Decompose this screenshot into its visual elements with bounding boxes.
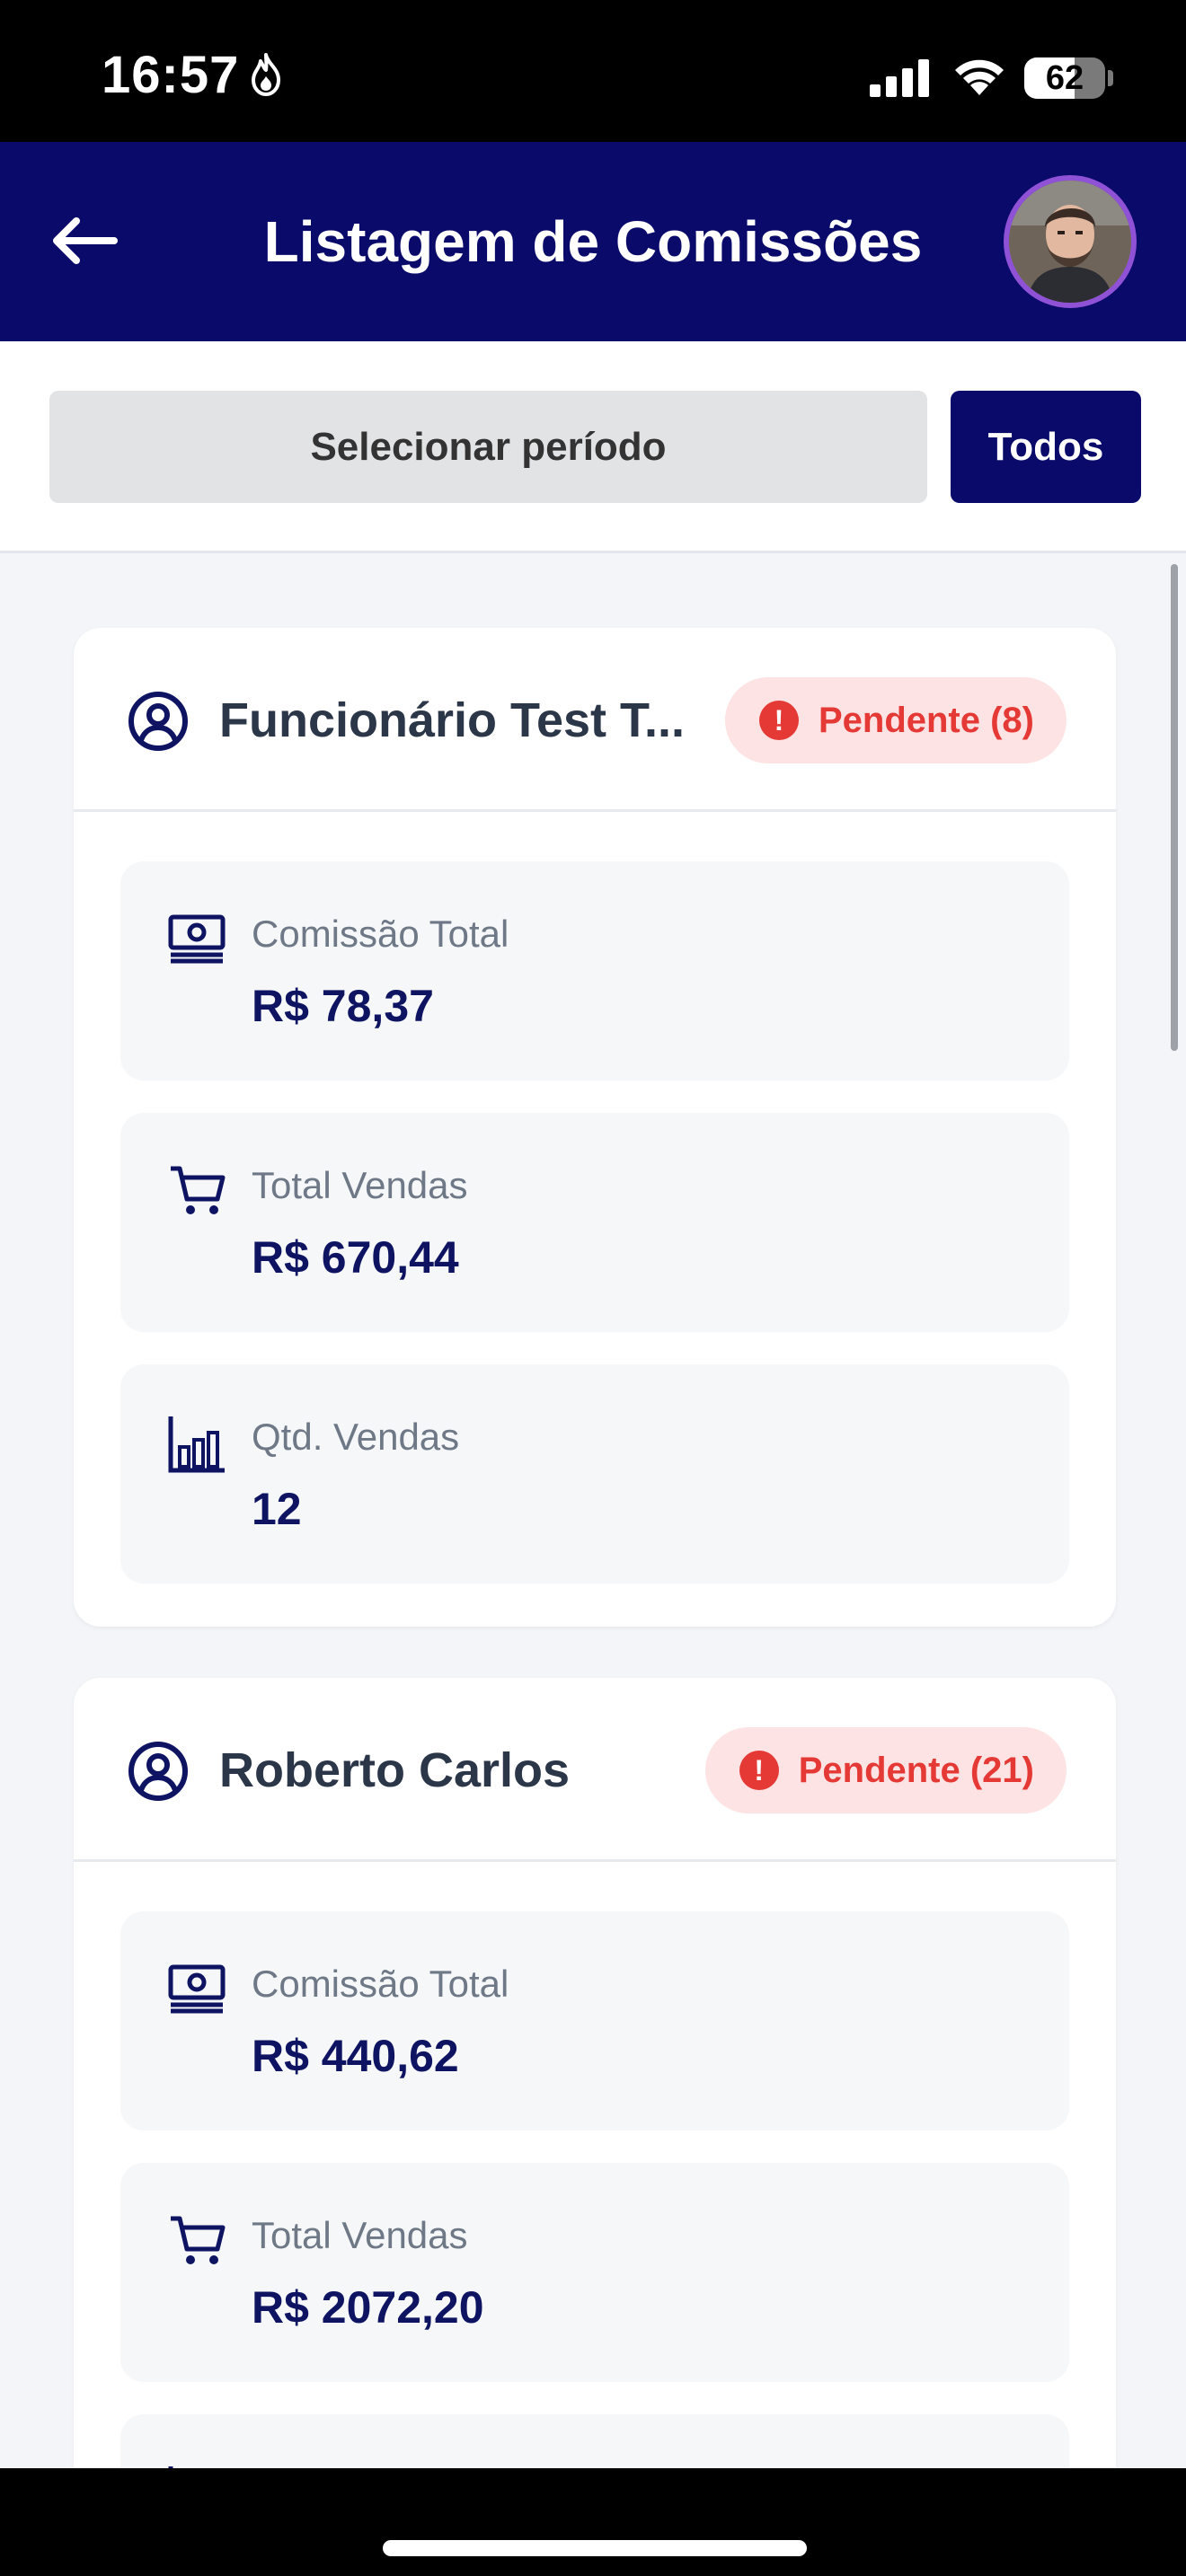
status-badge[interactable]: ! Pendente (8): [724, 677, 1067, 763]
back-button[interactable]: [49, 205, 139, 277]
status-badge-label: Pendente (21): [798, 1750, 1034, 1790]
flame-icon: [248, 52, 284, 101]
stat-value: R$ 440,62: [252, 2031, 459, 2081]
status-badge[interactable]: ! Pendente (21): [704, 1727, 1067, 1813]
stat-value: R$ 670,44: [252, 1232, 459, 1283]
employee-name: Roberto Carlos: [219, 1743, 571, 1797]
alert-icon: !: [739, 1751, 779, 1790]
stat-value: 12: [252, 1484, 302, 1534]
filter-bar: Selecionar período Todos: [0, 341, 1186, 553]
stat-label: Total Vendas: [252, 1164, 468, 1206]
wifi-icon: [952, 56, 1006, 101]
stat-label: Comissão Total: [252, 913, 509, 955]
commission-card[interactable]: Funcionário Test T... ! Pendente (8) Com…: [74, 628, 1116, 1627]
card-body: Comissão Total R$ 440,62 Total Vendas R$…: [74, 1862, 1116, 2468]
signal-icon: [870, 59, 931, 101]
employee-name: Funcionário Test T...: [219, 693, 686, 747]
battery-level: 62: [1045, 58, 1084, 97]
select-period-button[interactable]: Selecionar período: [49, 391, 927, 503]
cart-icon: [167, 1163, 226, 1222]
commission-card[interactable]: Roberto Carlos ! Pendente (21) Comissão …: [74, 1678, 1116, 2468]
alert-icon: !: [758, 701, 799, 740]
stat-value: R$ 78,37: [252, 981, 434, 1031]
todos-button[interactable]: Todos: [951, 391, 1141, 503]
stat-commission-total: Comissão Total R$ 440,62: [120, 1911, 1069, 2130]
app-header: Listagem de Comissões: [0, 142, 1186, 341]
commission-list[interactable]: Funcionário Test T... ! Pendente (8) Com…: [0, 553, 1186, 2468]
stat-value: R$ 2072,20: [252, 2282, 484, 2333]
cart-icon: [167, 2213, 226, 2272]
stat-label: Comissão Total: [252, 1963, 509, 2005]
home-bar-area: [0, 2468, 1186, 2576]
stat-label: Total Vendas: [252, 2214, 468, 2256]
home-indicator[interactable]: [383, 2540, 807, 2556]
status-time: 16:57: [102, 46, 240, 104]
battery-icon: 62: [1024, 57, 1105, 99]
stat-sales-quantity: Qtd. Vendas 12: [120, 1364, 1069, 1584]
card-header: Roberto Carlos ! Pendente (21): [74, 1678, 1116, 1862]
status-badge-label: Pendente (8): [818, 700, 1034, 740]
stat-total-sales: Total Vendas R$ 2072,20: [120, 2163, 1069, 2382]
avatar[interactable]: [1004, 175, 1137, 308]
stat-sales-quantity: [120, 2414, 1069, 2468]
stat-label: Qtd. Vendas: [252, 1416, 460, 1458]
stat-commission-total: Comissão Total R$ 78,37: [120, 861, 1069, 1081]
battery-nub: [1108, 70, 1113, 86]
card-body: Comissão Total R$ 78,37 Total Vendas R$ …: [74, 812, 1116, 1627]
status-bar: 16:57 62: [0, 0, 1186, 142]
user-circle-icon: [128, 691, 189, 756]
card-header: Funcionário Test T... ! Pendente (8): [74, 628, 1116, 812]
bar-chart-icon: [167, 1415, 226, 1478]
money-icon: [167, 1962, 226, 2020]
user-circle-icon: [128, 1741, 189, 1806]
stat-total-sales: Total Vendas R$ 670,44: [120, 1113, 1069, 1332]
arrow-left-icon: [53, 217, 118, 264]
scrollbar[interactable]: [1171, 564, 1178, 1051]
money-icon: [167, 912, 226, 970]
